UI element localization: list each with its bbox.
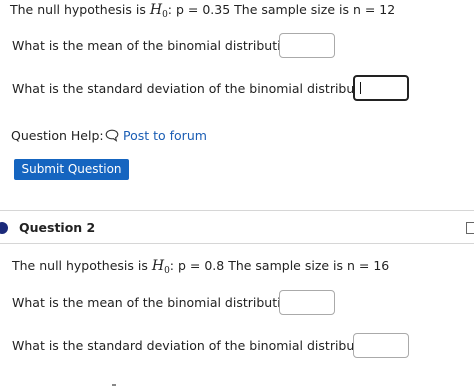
- q2-heading: Question 2: [19, 220, 96, 235]
- q2-hypothesis-text: The null hypothesis is H0: p = 0.8 The s…: [12, 258, 389, 276]
- q1-hypothesis-prefix: The null hypothesis is: [10, 2, 150, 17]
- q2-h-letter: H: [151, 258, 165, 274]
- q1-sd-input[interactable]: [353, 75, 409, 101]
- q2-hypothesis-prefix: The null hypothesis is: [12, 258, 152, 273]
- q1-hypothesis-suffix: : p = 0.35 The sample size is n = 12: [167, 2, 396, 17]
- q1-mean-input[interactable]: [279, 33, 335, 58]
- q1-hypothesis-symbol: H0: [149, 2, 168, 20]
- question-status-bullet-icon: [0, 222, 8, 234]
- q2-mean-input[interactable]: [279, 290, 335, 315]
- post-to-forum-link[interactable]: Post to forum: [105, 128, 207, 143]
- q1-sd-prompt: What is the standard deviation of the bi…: [12, 81, 385, 96]
- collapse-toggle-icon[interactable]: [466, 222, 474, 234]
- q2-sd-input[interactable]: [353, 333, 409, 358]
- q2-hypothesis-suffix: : p = 0.8 The sample size is n = 16: [169, 258, 390, 273]
- post-to-forum-label: Post to forum: [122, 128, 207, 143]
- q2-mean-prompt: What is the mean of the binomial distrib…: [12, 295, 303, 310]
- q1-hypothesis-text: The null hypothesis is H0: p = 0.35 The …: [10, 2, 395, 20]
- section-divider-top: [0, 210, 474, 211]
- q1-h-letter: H: [149, 2, 163, 18]
- speech-bubble-icon: [105, 129, 119, 142]
- text-cursor-icon: [360, 82, 361, 94]
- submit-question-button[interactable]: Submit Question: [14, 159, 129, 180]
- q2-hypothesis-symbol: H0: [151, 258, 170, 276]
- q1-mean-prompt: What is the mean of the binomial distrib…: [12, 38, 303, 53]
- section-divider-bottom: [0, 243, 474, 244]
- question-help: Question Help:: [11, 128, 104, 143]
- question-help-label: Question Help:: [11, 128, 104, 143]
- q2-sd-prompt: What is the standard deviation of the bi…: [12, 338, 385, 353]
- cut-off-mark: [112, 384, 116, 386]
